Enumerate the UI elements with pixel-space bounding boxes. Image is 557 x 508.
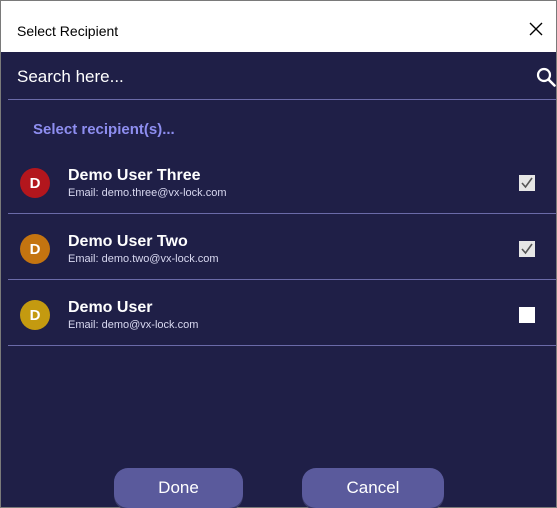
cancel-button[interactable]: Cancel <box>302 468 444 508</box>
recipient-checkbox[interactable] <box>519 241 535 257</box>
title-bar: Select Recipient <box>1 1 556 52</box>
checkmark-icon <box>521 177 533 189</box>
recipient-name: Demo User Two <box>68 233 188 250</box>
search-bar <box>8 52 556 100</box>
done-button[interactable]: Done <box>114 468 243 508</box>
avatar: D <box>20 234 50 264</box>
recipient-row[interactable]: D Demo User Three Email: demo.three@vx-l… <box>8 148 556 214</box>
close-icon <box>529 22 543 36</box>
search-icon[interactable] <box>536 67 556 87</box>
recipient-email: Email: demo@vx-lock.com <box>68 319 199 331</box>
recipient-name: Demo User Three <box>68 167 201 184</box>
avatar: D <box>20 300 50 330</box>
select-recipients-hint: Select recipient(s)... <box>33 121 175 138</box>
recipient-name: Demo User <box>68 299 153 316</box>
recipient-email: Email: demo.three@vx-lock.com <box>68 187 227 199</box>
recipient-email: Email: demo.two@vx-lock.com <box>68 253 219 265</box>
recipient-list: D Demo User Three Email: demo.three@vx-l… <box>8 148 556 346</box>
search-input[interactable] <box>8 60 523 94</box>
recipient-checkbox[interactable] <box>519 175 535 191</box>
close-button[interactable] <box>518 11 554 47</box>
recipient-row[interactable]: D Demo User Two Email: demo.two@vx-lock.… <box>8 214 556 280</box>
select-recipient-dialog: Select Recipient Select recipient(s)... … <box>0 0 557 508</box>
avatar: D <box>20 168 50 198</box>
checkmark-icon <box>521 243 533 255</box>
recipient-checkbox[interactable] <box>519 307 535 323</box>
recipient-row[interactable]: D Demo User Email: demo@vx-lock.com <box>8 280 556 346</box>
dialog-title: Select Recipient <box>17 23 119 39</box>
